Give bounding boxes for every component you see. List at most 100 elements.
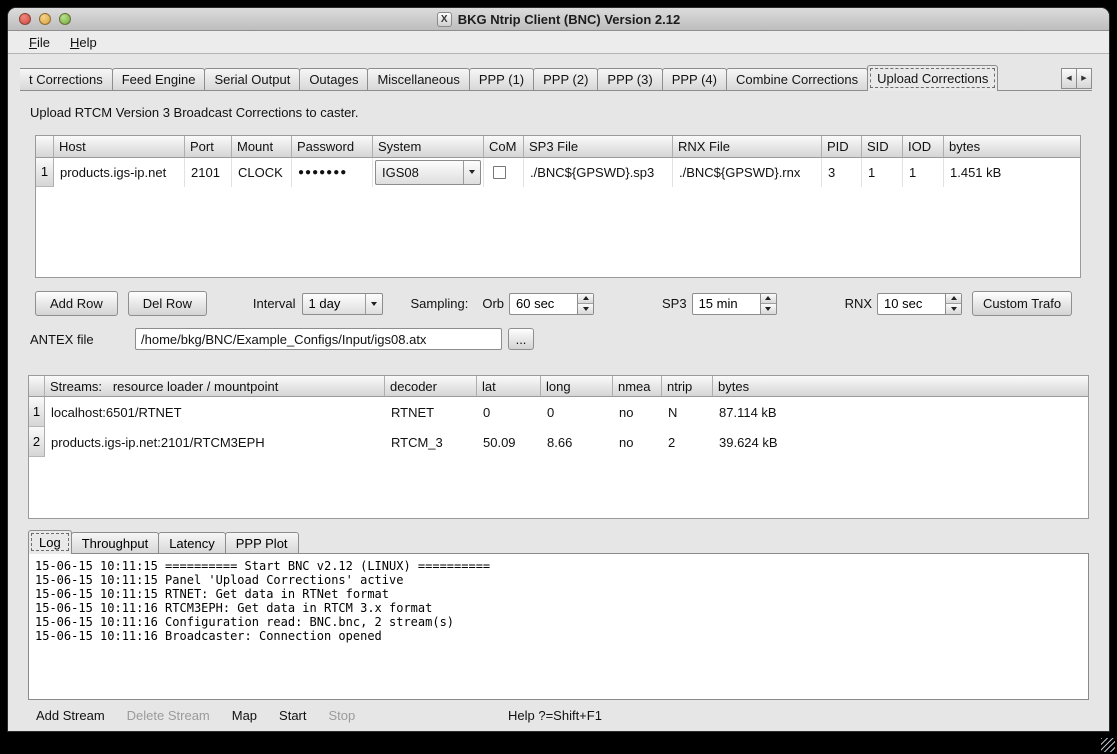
delete-stream-button: Delete Stream xyxy=(127,708,210,723)
minimize-window-button[interactable] xyxy=(39,13,51,25)
stop-button: Stop xyxy=(329,708,356,723)
tab-ppp-1[interactable]: PPP (1) xyxy=(469,68,534,90)
log-tab-bar: Log Throughput Latency PPP Plot xyxy=(28,530,1089,554)
nmea-cell: no xyxy=(613,397,662,427)
log-line: 15-06-15 10:11:16 RTCM3EPH: Get data in … xyxy=(35,601,1082,615)
tab-ppp-plot[interactable]: PPP Plot xyxy=(225,532,299,553)
streams-table-header: Streams: resource loader / mountpoint de… xyxy=(29,376,1088,397)
spin-up-icon[interactable] xyxy=(761,294,776,305)
title-bar[interactable]: X BKG Ntrip Client (BNC) Version 2.12 xyxy=(8,8,1109,31)
log-output-area[interactable]: 15-06-15 10:11:15 ========== Start BNC v… xyxy=(28,553,1089,700)
help-shortcut-label: Help ?=Shift+F1 xyxy=(508,708,602,723)
sp3-spinbox[interactable]: 15 min xyxy=(692,293,777,315)
tab-feed-engine[interactable]: Feed Engine xyxy=(112,68,206,90)
antex-file-input[interactable] xyxy=(135,328,502,350)
bytes-cell: 87.114 kB xyxy=(713,397,1088,427)
spin-down-icon[interactable] xyxy=(946,304,961,314)
spin-up-icon[interactable] xyxy=(946,294,961,305)
stream-row[interactable]: 2 products.igs-ip.net:2101/RTCM3EPH RTCM… xyxy=(29,427,1088,457)
com-checkbox[interactable] xyxy=(493,166,506,179)
log-line: 15-06-15 10:11:16 Configuration read: BN… xyxy=(35,615,1082,629)
col-header-mount: Mount xyxy=(232,136,292,158)
config-tab-bar: t Corrections Feed Engine Serial Output … xyxy=(20,64,1092,91)
start-button[interactable]: Start xyxy=(279,708,306,723)
upload-table: Host Port Mount Password System CoM SP3 … xyxy=(35,135,1081,278)
tab-broadcast-corrections[interactable]: t Corrections xyxy=(20,68,113,90)
tab-miscellaneous[interactable]: Miscellaneous xyxy=(367,68,469,90)
rnx-spinbox[interactable]: 10 sec xyxy=(877,293,962,315)
col-header-bytes: bytes xyxy=(944,136,1080,158)
ntrip-cell: 2 xyxy=(662,427,713,457)
interval-combobox[interactable]: 1 day xyxy=(302,293,383,315)
custom-trafo-button[interactable]: Custom Trafo xyxy=(972,291,1072,316)
main-area: t Corrections Feed Engine Serial Output … xyxy=(8,54,1109,731)
menu-bar: File Help xyxy=(8,31,1109,54)
map-button[interactable]: Map xyxy=(232,708,257,723)
resize-grip[interactable] xyxy=(1101,738,1115,752)
menu-help[interactable]: Help xyxy=(61,33,106,52)
sid-cell[interactable]: 1 xyxy=(862,158,903,187)
close-window-button[interactable] xyxy=(19,13,31,25)
col-header-port: Port xyxy=(185,136,232,158)
rnx-label: RNX xyxy=(845,296,872,311)
sp3-file-cell[interactable]: ./BNC${GPSWD}.sp3 xyxy=(524,158,673,187)
tab-throughput[interactable]: Throughput xyxy=(71,532,160,553)
row-number: 1 xyxy=(29,397,45,427)
app-window: X BKG Ntrip Client (BNC) Version 2.12 Fi… xyxy=(8,8,1109,731)
col-header-lat: lat xyxy=(477,376,541,397)
bytes-cell: 39.624 kB xyxy=(713,427,1088,457)
tab-scroll-arrows: ◀ ▶ xyxy=(1062,68,1092,89)
upload-table-row: 1 products.igs-ip.net 2101 CLOCK ●●●●●●●… xyxy=(36,158,1080,187)
tab-combine-corrections[interactable]: Combine Corrections xyxy=(726,68,868,90)
add-row-button[interactable]: Add Row xyxy=(35,291,118,316)
system-combobox[interactable]: IGS08 xyxy=(375,160,481,185)
log-line: 15-06-15 10:11:15 ========== Start BNC v… xyxy=(35,559,1082,573)
log-line: 15-06-15 10:11:15 RTNET: Get data in RTN… xyxy=(35,587,1082,601)
tab-ppp-4[interactable]: PPP (4) xyxy=(662,68,727,90)
orb-spinbox[interactable]: 60 sec xyxy=(509,293,594,315)
del-row-button[interactable]: Del Row xyxy=(128,291,207,316)
action-bar: Add Stream Delete Stream Map Start Stop … xyxy=(8,700,1109,731)
long-cell: 0 xyxy=(541,397,613,427)
tab-log[interactable]: Log xyxy=(28,530,72,554)
decoder-cell: RTCM_3 xyxy=(385,427,477,457)
stream-row[interactable]: 1 localhost:6501/RTNET RTNET 0 0 no N 87… xyxy=(29,397,1088,427)
spin-down-icon[interactable] xyxy=(761,304,776,314)
scroll-tabs-left-button[interactable]: ◀ xyxy=(1061,68,1077,89)
com-cell xyxy=(484,158,524,187)
interval-label: Interval xyxy=(253,296,296,311)
pid-cell[interactable]: 3 xyxy=(822,158,862,187)
add-stream-button[interactable]: Add Stream xyxy=(36,708,105,723)
iod-cell[interactable]: 1 xyxy=(903,158,944,187)
password-cell[interactable]: ●●●●●●● xyxy=(292,158,373,187)
antex-file-label: ANTEX file xyxy=(30,332,135,347)
zoom-window-button[interactable] xyxy=(59,13,71,25)
menu-file[interactable]: File xyxy=(20,33,59,52)
col-header-decoder: decoder xyxy=(385,376,477,397)
mount-cell[interactable]: CLOCK xyxy=(232,158,292,187)
tab-latency[interactable]: Latency xyxy=(158,532,226,553)
tab-upload-corrections[interactable]: Upload Corrections xyxy=(867,65,998,91)
tab-serial-output[interactable]: Serial Output xyxy=(204,68,300,90)
col-header-nmea: nmea xyxy=(613,376,662,397)
rnx-file-cell[interactable]: ./BNC${GPSWD}.rnx xyxy=(673,158,822,187)
tab-outages[interactable]: Outages xyxy=(299,68,368,90)
spin-down-icon[interactable] xyxy=(578,304,593,314)
col-header-password: Password xyxy=(292,136,373,158)
host-cell[interactable]: products.igs-ip.net xyxy=(54,158,185,187)
antex-browse-button[interactable]: ... xyxy=(508,328,534,350)
panel-description: Upload RTCM Version 3 Broadcast Correcti… xyxy=(30,105,1109,120)
mountpoint-cell: localhost:6501/RTNET xyxy=(45,397,385,427)
spinbox-buttons xyxy=(760,294,776,314)
port-cell[interactable]: 2101 xyxy=(185,158,232,187)
col-header-sp3-file: SP3 File xyxy=(524,136,673,158)
streams-table: Streams: resource loader / mountpoint de… xyxy=(28,375,1089,518)
col-header-bytes: bytes xyxy=(713,376,1088,397)
tab-ppp-3[interactable]: PPP (3) xyxy=(597,68,662,90)
col-header-sid: SID xyxy=(862,136,903,158)
spinbox-buttons xyxy=(577,294,593,314)
scroll-tabs-right-button[interactable]: ▶ xyxy=(1076,68,1092,89)
spin-up-icon[interactable] xyxy=(578,294,593,305)
tab-ppp-2[interactable]: PPP (2) xyxy=(533,68,598,90)
col-header-mountpoint: Streams: resource loader / mountpoint xyxy=(45,376,385,397)
